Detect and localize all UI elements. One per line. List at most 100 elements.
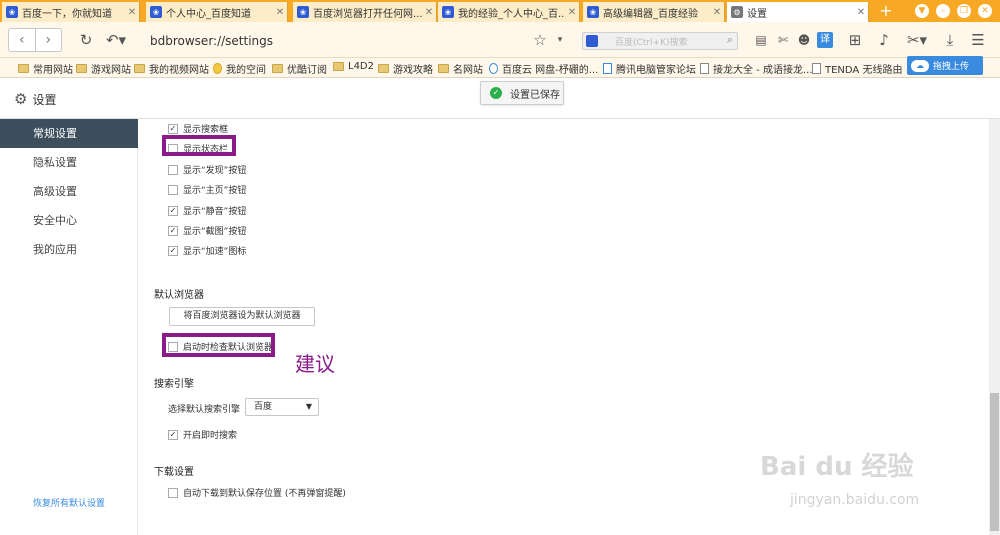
search-engine-select[interactable]: 百度 ▼ <box>245 398 319 416</box>
bookmark-link[interactable]: 百度云 网盘-杼硼的... <box>489 61 598 76</box>
checkbox[interactable]: ✓ <box>168 205 178 216</box>
folder-icon <box>134 64 145 73</box>
tab-zhidao[interactable]: ❀ 个人中心_百度知道 ✕ <box>146 2 288 22</box>
bookmark-folder[interactable]: 名网站 <box>438 61 483 76</box>
bookmark-folder[interactable]: 游戏网站 <box>76 61 131 76</box>
bookmark-folder[interactable]: 常用网站 <box>18 61 73 76</box>
bookmark-label: 腾讯电脑管家论坛 <box>616 65 696 76</box>
drag-upload-button[interactable]: ☁ 拖拽上传 <box>907 56 983 75</box>
dropdown-icon[interactable]: ▾ <box>550 30 570 50</box>
option-show-home[interactable]: 显示“主页”按钮 <box>168 183 246 196</box>
checkbox[interactable] <box>168 164 178 175</box>
scrollbar-thumb[interactable] <box>990 393 999 531</box>
bookmark-link[interactable]: 我的空间 <box>213 61 266 76</box>
sidebar-item-security[interactable]: 安全中心 <box>0 206 138 235</box>
checkbox[interactable]: ✓ <box>168 245 178 256</box>
option-show-screenshot[interactable]: ✓ 显示“截图”按钮 <box>168 224 246 237</box>
undo-close-icon[interactable]: ↶▾ <box>104 30 128 50</box>
screenshot-icon[interactable]: ✂▾ <box>904 30 930 50</box>
nav-buttons: ‹ › <box>8 28 62 52</box>
annotation-text: 建议 <box>295 352 335 376</box>
translate-icon[interactable]: 译 <box>817 32 833 48</box>
baidu-paw-icon: ❀ <box>297 6 309 18</box>
checkbox[interactable]: ✓ <box>168 123 178 134</box>
skin-icon[interactable]: ▼ <box>915 4 929 18</box>
apps-icon[interactable]: ⊞ <box>845 30 865 50</box>
refresh-icon[interactable]: ↻ <box>76 30 96 50</box>
sidebar-item-privacy[interactable]: 隐私设置 <box>0 148 138 177</box>
close-icon[interactable]: ✕ <box>710 7 724 18</box>
checkbox[interactable] <box>168 487 178 498</box>
tab-label: 个人中心_百度知道 <box>166 8 251 20</box>
watermark-logo: Bai du 经验 <box>760 452 914 482</box>
bookmark-folder[interactable]: 优酷订阅 <box>272 61 327 76</box>
bookmark-link[interactable]: 接龙大全 - 成语接龙... <box>700 61 813 76</box>
bookmark-label: 我的视频网站 <box>149 65 209 76</box>
section-title-download: 下载设置 <box>154 467 194 478</box>
search-placeholder: 百度(Ctrl+K)搜索 <box>615 38 688 48</box>
bookmark-label: 名网站 <box>453 65 483 76</box>
bookmark-folder[interactable]: 我的视频网站 <box>134 61 209 76</box>
sidebar-item-apps[interactable]: 我的应用 <box>0 235 138 264</box>
highlight-box <box>162 135 236 156</box>
option-instant-search[interactable]: ✓ 开启即时搜索 <box>168 428 237 441</box>
option-label: 显示搜索框 <box>183 125 229 135</box>
bookmark-link[interactable]: TENDA 无线路由 <box>812 61 902 76</box>
sidebar-item-general[interactable]: 常规设置 <box>0 119 138 148</box>
tab-my-jingyan[interactable]: ❀ 我的经验_个人中心_百... ✕ <box>438 2 580 22</box>
search-icon[interactable]: ⌕ <box>727 33 733 47</box>
bookmark-label: 优酷订阅 <box>287 65 327 76</box>
new-tab-button[interactable]: + <box>872 2 900 22</box>
watermark-url: jingyan.baidu.com <box>790 492 920 508</box>
section-title-default-browser: 默认浏览器 <box>154 290 204 301</box>
close-icon[interactable]: ✕ <box>422 7 436 18</box>
option-auto-download[interactable]: 自动下载到默认保存位置 (不再弹窗提醒) <box>168 486 346 499</box>
bookmark-link[interactable]: 腾讯电脑管家论坛 <box>603 61 696 76</box>
set-default-browser-button[interactable]: 将百度浏览器设为默认浏览器 <box>169 307 315 326</box>
bookmark-label: 游戏网站 <box>91 65 131 76</box>
close-icon[interactable]: ✕ <box>854 7 868 18</box>
option-show-mute[interactable]: ✓ 显示“静音”按钮 <box>168 204 246 217</box>
option-show-searchbox[interactable]: ✓ 显示搜索框 <box>168 122 228 135</box>
mascot-icon[interactable]: ☻ <box>794 30 814 50</box>
toolbar: ‹ › ↻ ↶▾ bdbrowser://settings ☆ ▾ 百度(Ctr… <box>0 22 1000 58</box>
minimize-icon[interactable]: – <box>936 4 950 18</box>
option-show-discover[interactable]: 显示“发现”按钮 <box>168 163 246 176</box>
saved-toast: ✓ 设置已保存 <box>480 81 564 105</box>
star-icon[interactable]: ☆ <box>530 30 550 50</box>
close-window-icon[interactable]: ✕ <box>978 4 992 18</box>
menu-icon[interactable]: ☰ <box>968 30 988 50</box>
close-icon[interactable]: ✕ <box>125 7 139 18</box>
back-icon[interactable]: ‹ <box>9 29 36 51</box>
restore-defaults-link[interactable]: 恢复所有默认设置 <box>33 496 105 509</box>
chevron-down-icon: ▼ <box>305 402 312 411</box>
qzone-icon <box>213 63 222 74</box>
tab-baidu-home[interactable]: ❀ 百度一下，你就知道 ✕ <box>2 2 140 22</box>
page-title-text: 设置 <box>32 92 57 107</box>
sidebar-item-advanced[interactable]: 高级设置 <box>0 177 138 206</box>
read-mode-icon[interactable]: ▤ <box>751 30 771 50</box>
close-icon[interactable]: ✕ <box>273 7 287 18</box>
restore-icon[interactable]: ❐ <box>957 4 971 18</box>
folder-icon <box>18 64 29 73</box>
checkbox[interactable]: ✓ <box>168 225 178 236</box>
tab-editor[interactable]: ❀ 高级编辑器_百度经验 ✕ <box>583 2 725 22</box>
forward-icon[interactable]: › <box>36 29 62 51</box>
sound-icon[interactable]: ♪ <box>874 30 894 50</box>
download-icon[interactable]: ⤓ <box>940 30 960 50</box>
cut-icon[interactable]: ✄ <box>773 30 793 50</box>
option-show-accelerate[interactable]: ✓ 显示“加速”图标 <box>168 244 246 257</box>
search-input[interactable]: 百度(Ctrl+K)搜索 ⌕ <box>582 32 738 50</box>
address-bar[interactable]: bdbrowser://settings <box>150 34 273 48</box>
checkbox[interactable]: ✓ <box>168 429 178 440</box>
close-icon[interactable]: ✕ <box>565 7 579 18</box>
tab-settings[interactable]: ⚙ 设置 ✕ <box>727 2 869 22</box>
bookmark-folder[interactable]: 游戏攻略 <box>378 61 433 76</box>
checkbox[interactable] <box>168 184 178 195</box>
tab-browser-question[interactable]: ❀ 百度浏览器打开任何网... ✕ <box>293 2 437 22</box>
page-title: ⚙ 设置 <box>14 90 56 108</box>
search-engine-icon[interactable] <box>586 35 598 47</box>
gear-icon: ⚙ <box>731 6 743 18</box>
bookmark-folder[interactable]: L4D2 <box>333 61 374 72</box>
page-icon <box>812 63 821 74</box>
